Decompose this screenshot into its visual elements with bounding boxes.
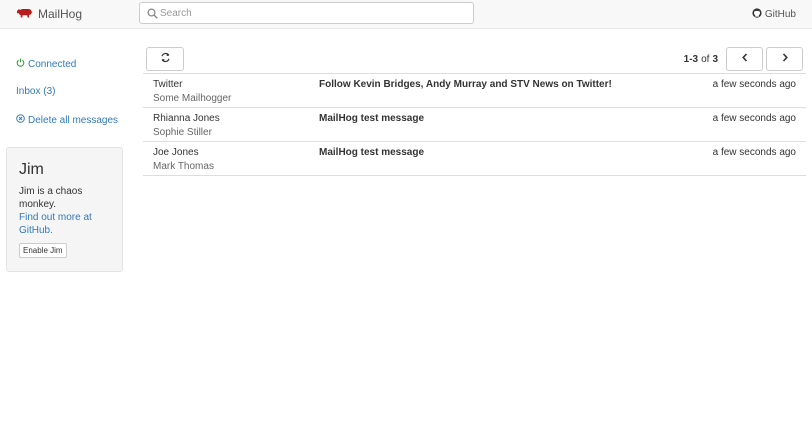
- search-box[interactable]: [139, 2, 474, 24]
- message-to: Mark Thomas: [153, 161, 214, 172]
- message-from: Rhianna Jones: [153, 113, 220, 124]
- jim-description-text: Jim is a chaos monkey.: [19, 186, 83, 210]
- message-to: Some Mailhogger: [153, 93, 232, 104]
- message-to: Sophie Stiller: [153, 127, 212, 138]
- enable-jim-button[interactable]: Enable Jim: [19, 243, 67, 258]
- brand-link[interactable]: MailHog: [16, 0, 82, 28]
- next-page-button[interactable]: [766, 47, 803, 71]
- connected-status: Connected: [16, 58, 76, 70]
- message-list: Twitter Some Mailhogger Follow Kevin Bri…: [143, 73, 806, 176]
- remove-circle-icon: [16, 114, 25, 126]
- search-input[interactable]: [160, 5, 460, 21]
- connected-label: Connected: [28, 58, 77, 70]
- message-time: a few seconds ago: [712, 147, 796, 158]
- message-from: Twitter: [153, 79, 183, 90]
- chevron-right-icon: [781, 53, 789, 65]
- message-row[interactable]: Rhianna Jones Sophie Stiller MailHog tes…: [143, 108, 806, 142]
- inbox-link[interactable]: Inbox (3): [16, 86, 55, 97]
- chevron-left-icon: [741, 53, 749, 65]
- message-time: a few seconds ago: [712, 79, 796, 90]
- pagination-info: 1-3 of 3: [662, 47, 718, 71]
- previous-page-button[interactable]: [726, 47, 763, 71]
- inbox-label: Inbox (3): [16, 86, 56, 97]
- message-row[interactable]: Joe Jones Mark Thomas MailHog test messa…: [143, 142, 806, 176]
- github-icon: [752, 7, 762, 21]
- jim-description: Jim is a chaos monkey. Find out more at …: [19, 185, 110, 237]
- delete-all-link[interactable]: Delete all messages: [16, 114, 118, 126]
- search-icon: [147, 8, 158, 19]
- message-row[interactable]: Twitter Some Mailhogger Follow Kevin Bri…: [143, 74, 806, 108]
- pagination-range: 1-3: [683, 53, 699, 65]
- navbar: MailHog GitHub: [0, 0, 812, 29]
- jim-panel: Jim Jim is a chaos monkey. Find out more…: [6, 147, 123, 272]
- message-subject: MailHog test message: [319, 113, 425, 124]
- power-icon: [16, 58, 25, 70]
- pagination-total: 3: [712, 53, 718, 65]
- jim-title: Jim: [19, 161, 44, 178]
- message-time: a few seconds ago: [712, 113, 796, 124]
- jim-github-link[interactable]: Find out more at GitHub.: [19, 212, 92, 236]
- delete-all-label: Delete all messages: [28, 114, 119, 126]
- github-label: GitHub: [764, 8, 796, 20]
- message-from: Joe Jones: [153, 147, 199, 158]
- refresh-button[interactable]: [146, 47, 184, 71]
- message-subject: MailHog test message: [319, 147, 425, 158]
- github-link[interactable]: GitHub: [752, 0, 796, 28]
- refresh-icon: [160, 52, 171, 66]
- hog-logo-icon: [16, 7, 33, 21]
- message-subject: Follow Kevin Bridges, Andy Murray and ST…: [319, 79, 612, 90]
- brand-name: MailHog: [38, 7, 83, 21]
- pagination-of: of: [701, 53, 710, 65]
